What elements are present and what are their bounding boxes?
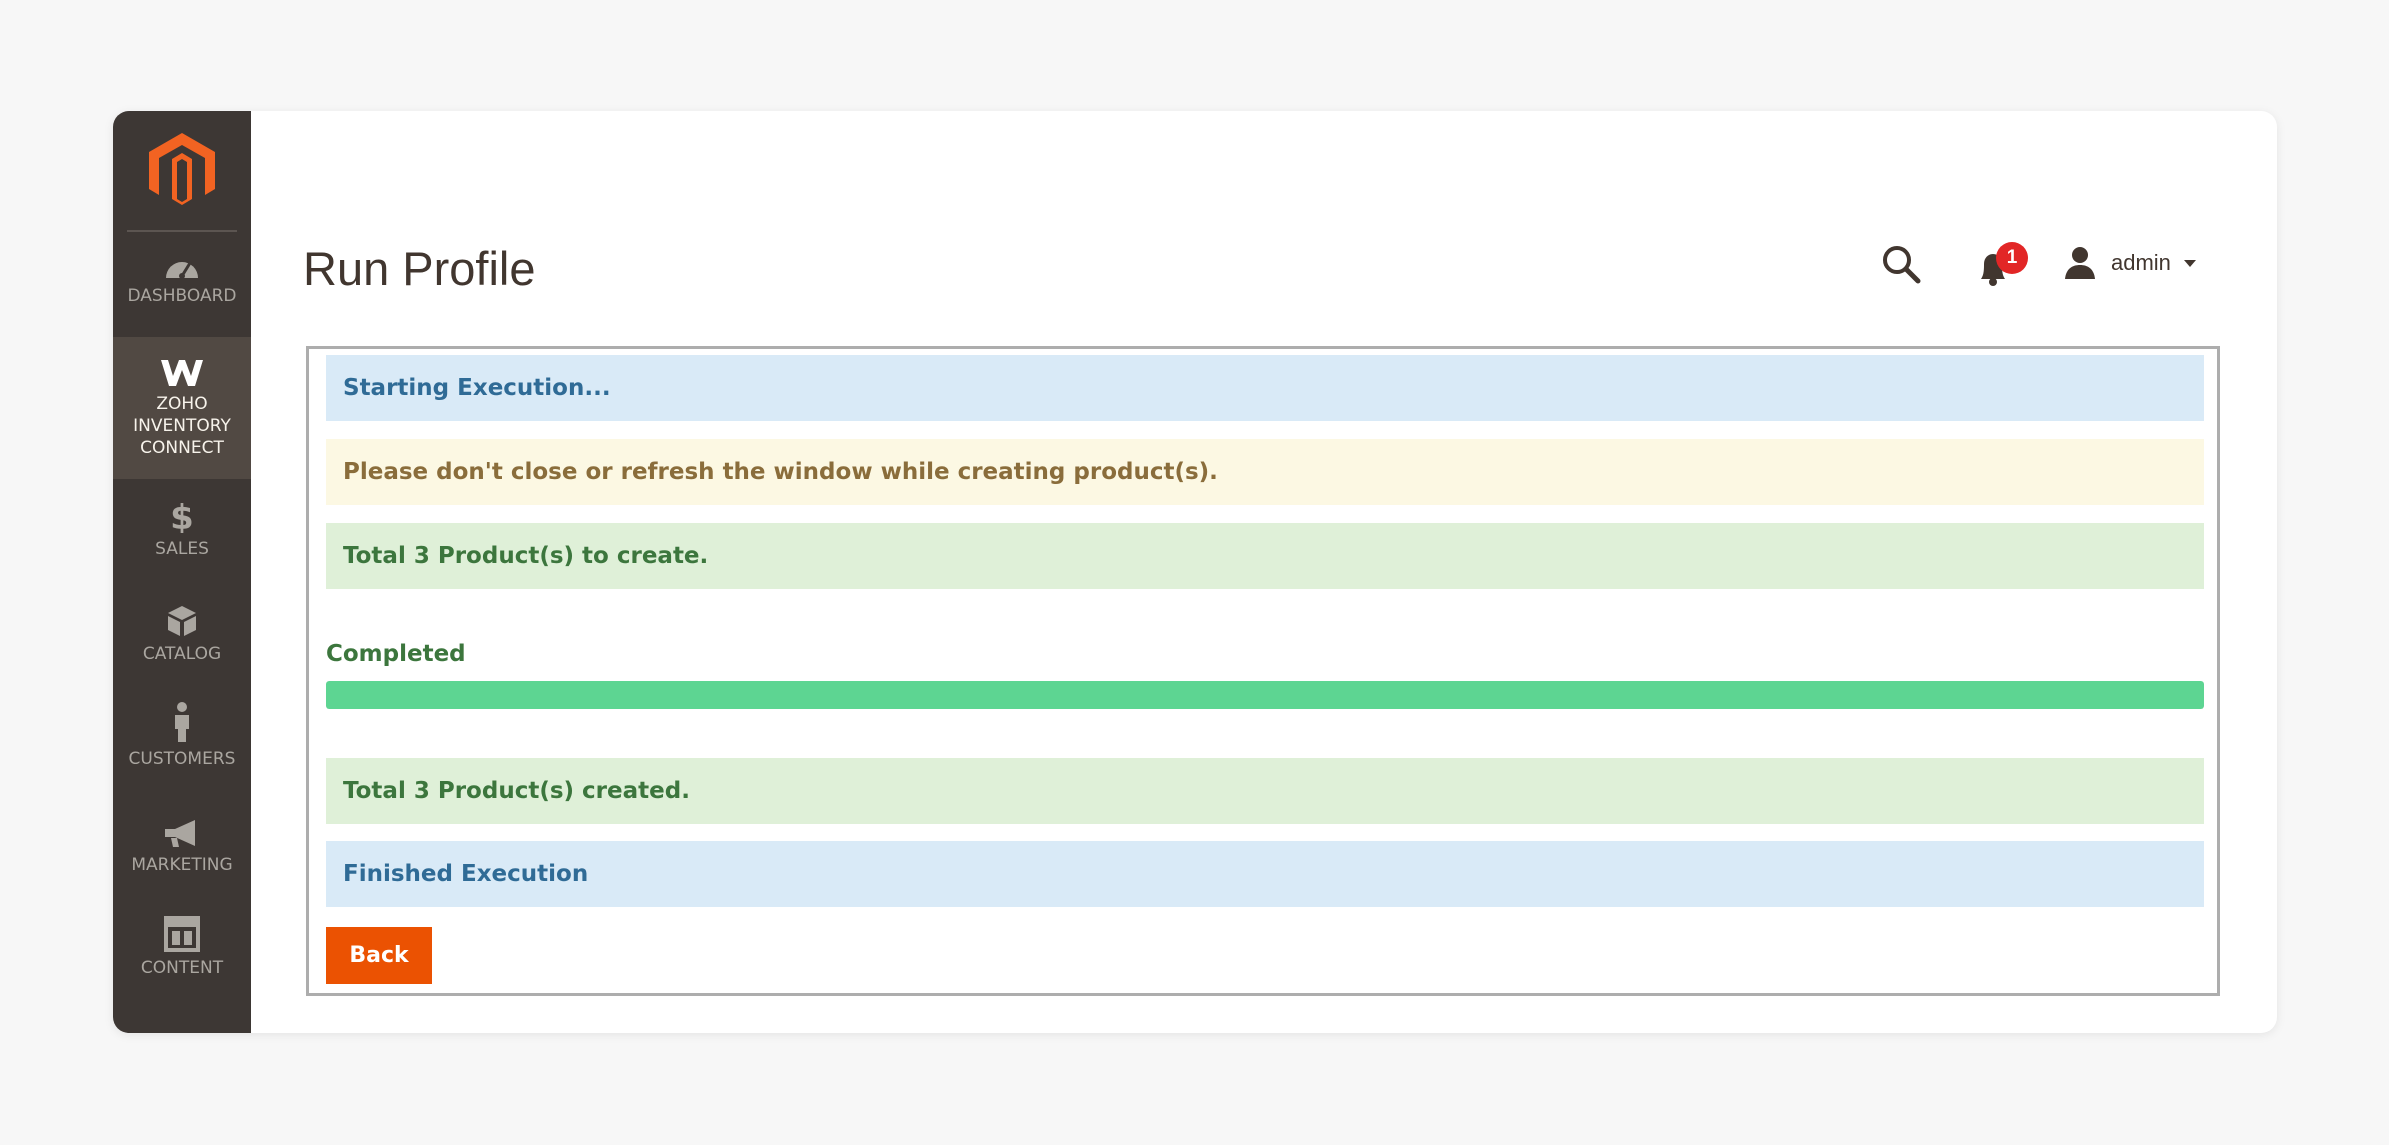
message-text: Please don't close or refresh the window… — [343, 459, 1218, 485]
user-menu[interactable]: admin — [2063, 241, 2197, 285]
message-text: Finished Execution — [343, 861, 589, 887]
user-icon — [2065, 247, 2095, 279]
message-total-to-create: Total 3 Product(s) to create. — [326, 523, 2204, 589]
sidebar-item-label: MARKETING — [131, 855, 233, 875]
svg-text:$: $ — [170, 499, 194, 533]
sidebar-item-content[interactable]: CONTENT — [113, 916, 251, 1006]
progress-bar — [326, 681, 2204, 709]
person-icon — [175, 702, 189, 742]
box-icon — [168, 606, 196, 636]
page-title: Run Profile — [303, 242, 536, 295]
sidebar-item-label: ZOHO INVENTORY CONNECT — [133, 393, 231, 458]
megaphone-icon — [165, 820, 195, 847]
message-do-not-close: Please don't close or refresh the window… — [326, 439, 2204, 505]
sidebar-item-dashboard[interactable]: DASHBOARD — [113, 252, 251, 336]
sidebar-item-label: DASHBOARD — [127, 286, 237, 306]
app-window: DASHBOARD ZOHO INVENTORY CONNECT $ SALES… — [113, 111, 2277, 1033]
dollar-icon: $ — [170, 499, 194, 533]
search-icon[interactable] — [1879, 242, 1923, 286]
progress-bar-fill — [326, 681, 2204, 709]
message-text: Total 3 Product(s) created. — [343, 778, 690, 804]
message-text: Starting Execution... — [343, 375, 611, 401]
message-finished-execution: Finished Execution — [326, 841, 2204, 907]
back-button[interactable]: Back — [326, 927, 432, 984]
sidebar-item-customers[interactable]: CUSTOMERS — [113, 701, 251, 791]
message-starting-execution: Starting Execution... — [326, 355, 2204, 421]
progress-label: Completed — [326, 641, 466, 667]
notification-count-badge: 1 — [1996, 242, 2028, 274]
sidebar-item-zoho-inventory-connect[interactable]: ZOHO INVENTORY CONNECT — [113, 337, 251, 479]
chevron-down-icon — [2183, 260, 2196, 267]
sidebar-item-sales[interactable]: $ SALES — [113, 499, 251, 583]
run-profile-panel: Starting Execution... Please don't close… — [306, 346, 2220, 996]
user-name: admin — [2111, 250, 2171, 275]
sidebar-item-label: CATALOG — [142, 644, 222, 664]
sidebar-divider — [127, 230, 237, 232]
sidebar-item-label: CONTENT — [140, 958, 224, 978]
sidebar-item-label: SALES — [155, 539, 209, 559]
sidebar-item-label: CUSTOMERS — [128, 749, 236, 769]
sidebar-item-marketing[interactable]: MARKETING — [113, 817, 251, 901]
dashboard-icon — [166, 261, 198, 279]
message-total-created: Total 3 Product(s) created. — [326, 758, 2204, 824]
magento-logo-icon[interactable] — [145, 129, 219, 209]
message-text: Total 3 Product(s) to create. — [343, 543, 709, 569]
admin-sidebar: DASHBOARD ZOHO INVENTORY CONNECT $ SALES… — [113, 111, 251, 1033]
zoho-icon — [161, 359, 203, 386]
layout-icon — [164, 916, 200, 952]
sidebar-item-catalog[interactable]: CATALOG — [113, 604, 251, 688]
